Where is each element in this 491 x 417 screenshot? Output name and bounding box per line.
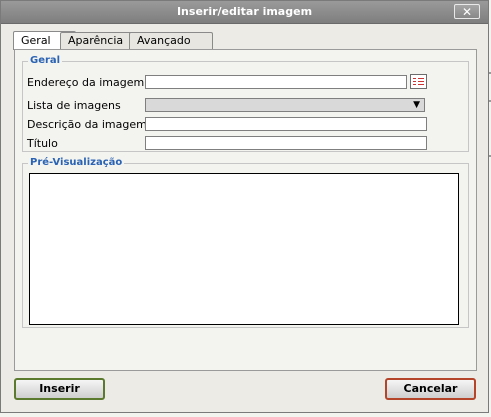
tab-advanced[interactable]: Avançado <box>129 32 213 50</box>
close-button[interactable]: ✕ <box>454 4 480 19</box>
preview-legend: Pré-Visualização <box>28 157 125 168</box>
image-description-label: Descrição da imagem <box>27 118 147 131</box>
image-description-input[interactable] <box>145 117 427 131</box>
insert-button[interactable]: Inserir <box>14 378 105 400</box>
image-url-label: Endereço da imagem <box>27 76 145 89</box>
chevron-down-icon: ▼ <box>413 100 420 110</box>
image-dialog: Inserir/editar imagem ✕ Geral Aparência … <box>0 0 489 413</box>
title-input[interactable] <box>145 136 427 150</box>
title-label: Título <box>27 137 58 150</box>
tab-panel-general: Geral Endereço da imagem Lista de imagen… <box>14 49 477 371</box>
general-fieldset: Geral Endereço da imagem Lista de imagen… <box>22 55 469 152</box>
image-list-select[interactable]: ▼ <box>145 98 425 112</box>
image-list-label: Lista de imagens <box>27 99 121 112</box>
image-url-input[interactable] <box>145 75 407 89</box>
title-bar: Inserir/editar imagem ✕ <box>1 1 488 24</box>
dialog-title: Inserir/editar imagem <box>176 5 313 18</box>
cancel-button[interactable]: Cancelar <box>385 378 476 400</box>
general-legend: Geral <box>28 55 63 66</box>
preview-area <box>29 173 459 325</box>
close-icon: ✕ <box>461 5 473 19</box>
browse-list-icon[interactable] <box>410 74 427 89</box>
